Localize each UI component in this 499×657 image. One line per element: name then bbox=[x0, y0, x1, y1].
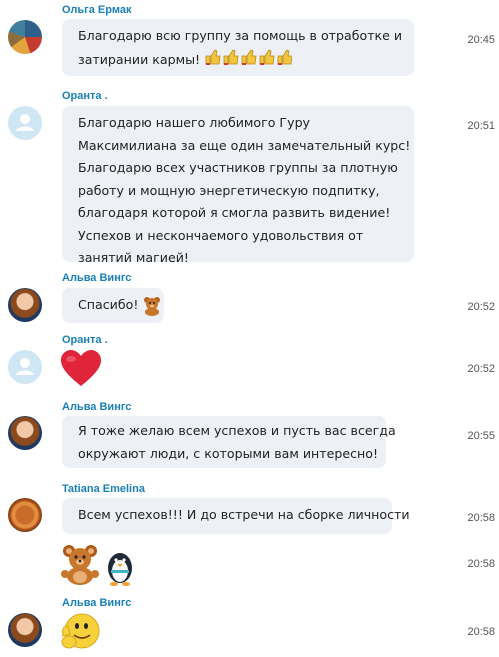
message-bubble[interactable]: Спасибо! bbox=[62, 288, 164, 323]
sender-name[interactable]: Tatiana Emelina bbox=[62, 483, 145, 495]
message-line-text: затирании кармы! bbox=[78, 51, 201, 67]
message-time: 20:52 bbox=[467, 301, 495, 313]
message-bubble[interactable]: Всем успехов!!! И до встречи на сборке л… bbox=[62, 498, 410, 534]
message-line: Максимилиана за еще один замечательный к… bbox=[78, 137, 411, 153]
avatar[interactable] bbox=[8, 350, 42, 384]
message-time: 20:55 bbox=[467, 430, 495, 442]
message-bubble[interactable]: Благодарю всю группу за помощь в отработ… bbox=[62, 19, 414, 76]
default-avatar-icon bbox=[16, 114, 34, 131]
message-line: Успехов и нескончаемого удовольствия от bbox=[78, 227, 364, 243]
heart-icon bbox=[61, 350, 101, 386]
avatar[interactable] bbox=[8, 20, 42, 54]
avatar[interactable] bbox=[8, 106, 42, 140]
sender-name[interactable]: Оранта . bbox=[62, 334, 108, 346]
message-line: работу и мощную энергетическую подпитку, bbox=[78, 182, 380, 198]
message-line: занятий магией! bbox=[78, 250, 189, 265]
avatar[interactable] bbox=[8, 416, 42, 450]
message-line: затирании кармы! bbox=[78, 48, 414, 73]
message-time: 20:58 bbox=[467, 626, 495, 638]
message-time: 20:58 bbox=[467, 558, 495, 570]
waving-smiley-icon bbox=[61, 613, 100, 649]
message-time: 20:45 bbox=[467, 34, 495, 46]
default-avatar-icon bbox=[16, 358, 34, 375]
sender-name[interactable]: Оранта . bbox=[62, 90, 108, 102]
sender-name[interactable]: Альва Вингс bbox=[62, 401, 131, 413]
sender-name[interactable]: Альва Вингс bbox=[62, 272, 131, 284]
message-time: 20:58 bbox=[467, 512, 495, 524]
message-line: Спасибо! bbox=[78, 294, 164, 317]
message-line: Я тоже желаю всем успехов и пусть вас вс… bbox=[78, 423, 396, 438]
sender-name[interactable]: Ольга Ермак bbox=[62, 4, 131, 16]
message-line: Всем успехов!!! И до встречи на сборке л… bbox=[78, 507, 410, 522]
sender-name[interactable]: Альва Вингс bbox=[62, 597, 131, 609]
teddy-bear-icon bbox=[144, 296, 161, 316]
avatar[interactable] bbox=[8, 613, 42, 647]
message-line: окружают люди, с которыми вам интересно! bbox=[78, 445, 379, 461]
message-time: 20:52 bbox=[467, 363, 495, 375]
message-line: Благодарю всю группу за помощь в отработ… bbox=[78, 28, 403, 43]
message-bubble[interactable]: Я тоже желаю всем успехов и пусть вас вс… bbox=[62, 416, 396, 468]
message-line-text: Спасибо! bbox=[78, 297, 139, 312]
message-bubble[interactable]: Благодарю нашего любимого Гуру Максимили… bbox=[62, 106, 414, 265]
penguin-icon bbox=[108, 553, 132, 586]
message-line: благодаря которой я смогла развить виден… bbox=[78, 205, 391, 220]
thumbs-up-icon bbox=[204, 48, 293, 73]
avatar[interactable] bbox=[8, 498, 42, 532]
avatar[interactable] bbox=[8, 288, 42, 322]
message-time: 20:51 bbox=[467, 120, 495, 132]
teddy-bear-icon bbox=[61, 545, 99, 585]
message-line: Благодарю нашего любимого Гуру bbox=[78, 115, 311, 130]
message-line: Благодарю всех участников группы за плот… bbox=[78, 160, 398, 175]
